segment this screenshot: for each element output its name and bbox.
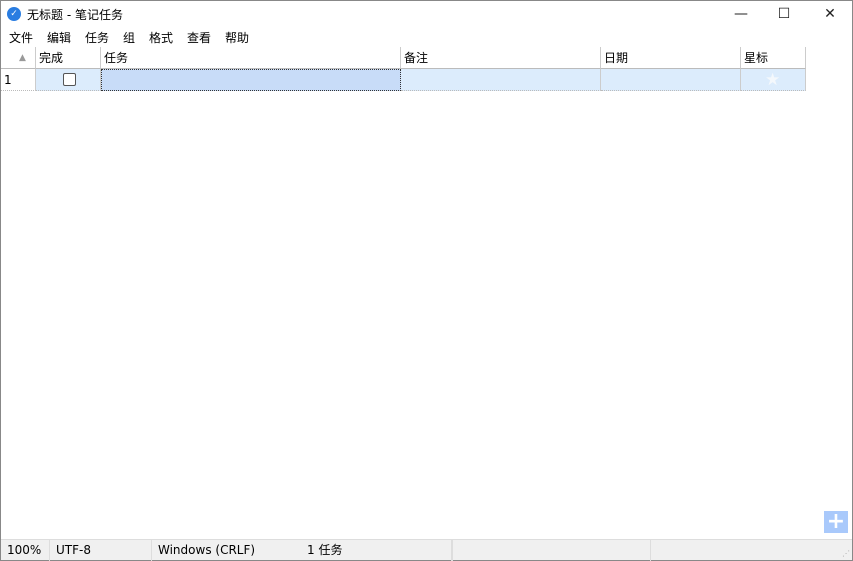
menu-file[interactable]: 文件	[9, 29, 33, 46]
menu-view[interactable]: 查看	[187, 29, 211, 46]
add-task-button[interactable]: +	[824, 511, 848, 533]
header-star[interactable]: 星标	[741, 47, 806, 69]
header-note[interactable]: 备注	[401, 47, 601, 69]
done-cell	[36, 69, 101, 91]
maximize-button[interactable]: ☐	[761, 1, 807, 27]
minimize-button[interactable]: —	[718, 1, 764, 27]
header-done[interactable]: 完成	[36, 47, 101, 69]
status-zoom: 100%	[1, 540, 50, 561]
status-bar: 100% UTF-8 Windows (CRLF) 1 任务 ⋰	[1, 539, 852, 561]
close-button[interactable]: ✕	[807, 1, 853, 27]
star-cell: ★	[741, 69, 806, 91]
done-checkbox[interactable]	[63, 73, 76, 86]
note-cell[interactable]	[401, 69, 601, 91]
resize-grip-icon[interactable]: ⋰	[842, 549, 850, 558]
menu-group[interactable]: 组	[123, 29, 135, 46]
status-count: 1 任务	[307, 543, 343, 557]
window-title: 无标题 - 笔记任务	[27, 8, 123, 22]
app-checkbox-icon: ✓	[7, 7, 21, 21]
menu-task[interactable]: 任务	[85, 29, 109, 46]
task-cell[interactable]	[101, 69, 401, 91]
header-date[interactable]: 日期	[601, 47, 741, 69]
status-encoding: UTF-8	[50, 540, 152, 561]
app-window: ✓ 无标题 - 笔记任务 — ☐ ✕ 文件 编辑 任务 组 格式 查看 帮助 ▲…	[0, 0, 853, 561]
row-number[interactable]: 1	[1, 69, 36, 91]
status-empty-1	[452, 540, 651, 561]
select-all-header[interactable]: ▲	[1, 47, 36, 69]
star-icon[interactable]: ★	[765, 69, 780, 91]
title-bar: ✓ 无标题 - 笔记任务 — ☐ ✕	[1, 1, 852, 27]
menu-bar: 文件 编辑 任务 组 格式 查看 帮助	[1, 27, 852, 47]
menu-format[interactable]: 格式	[149, 29, 173, 46]
menu-edit[interactable]: 编辑	[47, 29, 71, 46]
header-task[interactable]: 任务	[101, 47, 401, 69]
menu-help[interactable]: 帮助	[225, 29, 249, 46]
sort-up-icon: ▲	[19, 53, 26, 63]
date-cell[interactable]	[601, 69, 741, 91]
